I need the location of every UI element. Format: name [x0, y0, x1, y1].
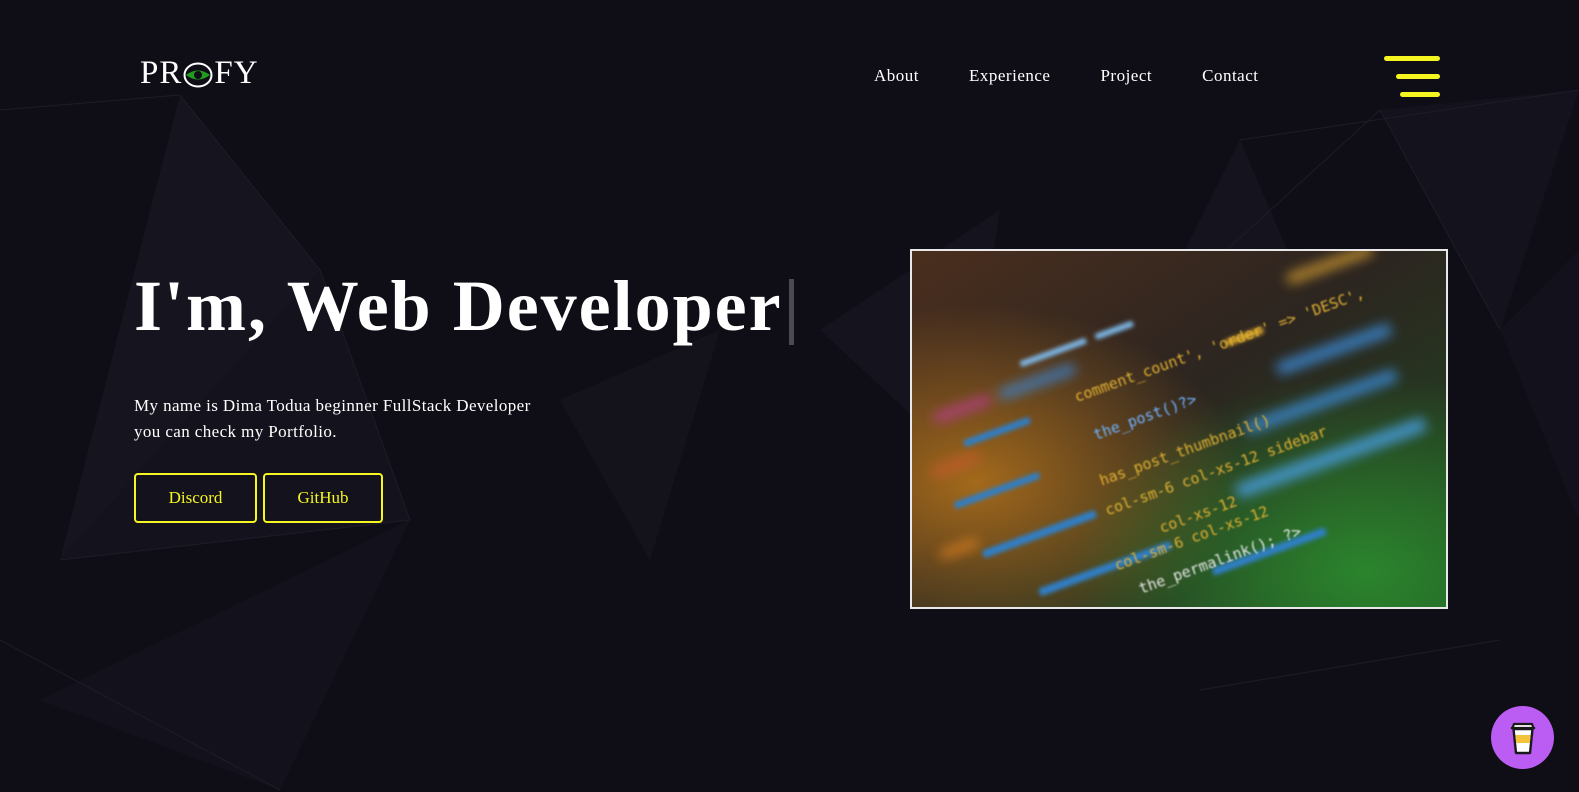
- buy-me-coffee-button[interactable]: [1491, 706, 1554, 769]
- coffee-cup-icon: [1510, 722, 1535, 754]
- hamburger-line: [1400, 92, 1440, 97]
- hero-description: My name is Dima Todua beginner FullStack…: [134, 393, 594, 445]
- nav-item-project[interactable]: Project: [1086, 66, 1166, 86]
- hero-buttons: Discord GitHub: [134, 473, 383, 523]
- hero-description-line-1: My name is Dima Todua beginner FullStack…: [134, 396, 531, 415]
- nav-item-contact[interactable]: Contact: [1188, 66, 1272, 86]
- hamburger-line: [1384, 56, 1440, 61]
- logo-text-left: PR: [140, 55, 183, 91]
- nav-item-about[interactable]: About: [860, 66, 933, 86]
- eye-icon: [183, 62, 213, 88]
- discord-button[interactable]: Discord: [134, 473, 257, 523]
- nav-item-experience[interactable]: Experience: [955, 66, 1064, 86]
- typing-cursor: [788, 279, 794, 345]
- github-button[interactable]: GitHub: [263, 473, 383, 523]
- hero-title: I'm, Web Developer: [134, 266, 794, 346]
- hamburger-icon[interactable]: [1382, 56, 1440, 100]
- logo[interactable]: PR FY: [140, 57, 259, 90]
- hamburger-line: [1396, 74, 1440, 79]
- main-nav: About Experience Project Contact: [860, 66, 1273, 86]
- hero-description-line-2: you can check my Portfolio.: [134, 422, 337, 441]
- logo-text-right: FY: [214, 55, 259, 91]
- hero-title-text: I'm, Web Developer: [134, 266, 783, 346]
- page: PR FY About Experience Project Contact I…: [0, 0, 1579, 792]
- code-screen-image: comment_count', 'order' => 'DESC', the_p…: [910, 249, 1448, 609]
